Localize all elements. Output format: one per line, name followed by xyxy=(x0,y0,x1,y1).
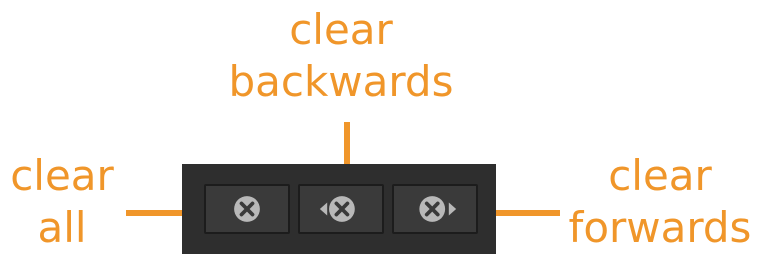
clear-all-button[interactable] xyxy=(204,184,290,234)
x-circle-right-arrow-icon xyxy=(419,196,457,222)
x-circle-icon xyxy=(234,196,260,222)
callout-clear-backwards-line2: backwards xyxy=(228,57,454,106)
callout-clear-forwards-line1: clear xyxy=(608,151,712,200)
clear-backwards-button[interactable] xyxy=(298,184,384,234)
callout-clear-all: clear all xyxy=(0,150,124,254)
x-circle-left-arrow-icon xyxy=(319,196,355,222)
callout-clear-backwards: clear backwards xyxy=(210,4,472,108)
callout-clear-all-line1: clear xyxy=(10,151,114,200)
callout-clear-backwards-line1: clear xyxy=(289,5,393,54)
clear-toolbar xyxy=(182,164,496,254)
clear-forwards-button[interactable] xyxy=(392,184,478,234)
callout-clear-forwards: clear forwards xyxy=(562,150,758,254)
callout-clear-forwards-line2: forwards xyxy=(568,203,752,252)
callout-clear-all-line2: all xyxy=(37,203,87,252)
